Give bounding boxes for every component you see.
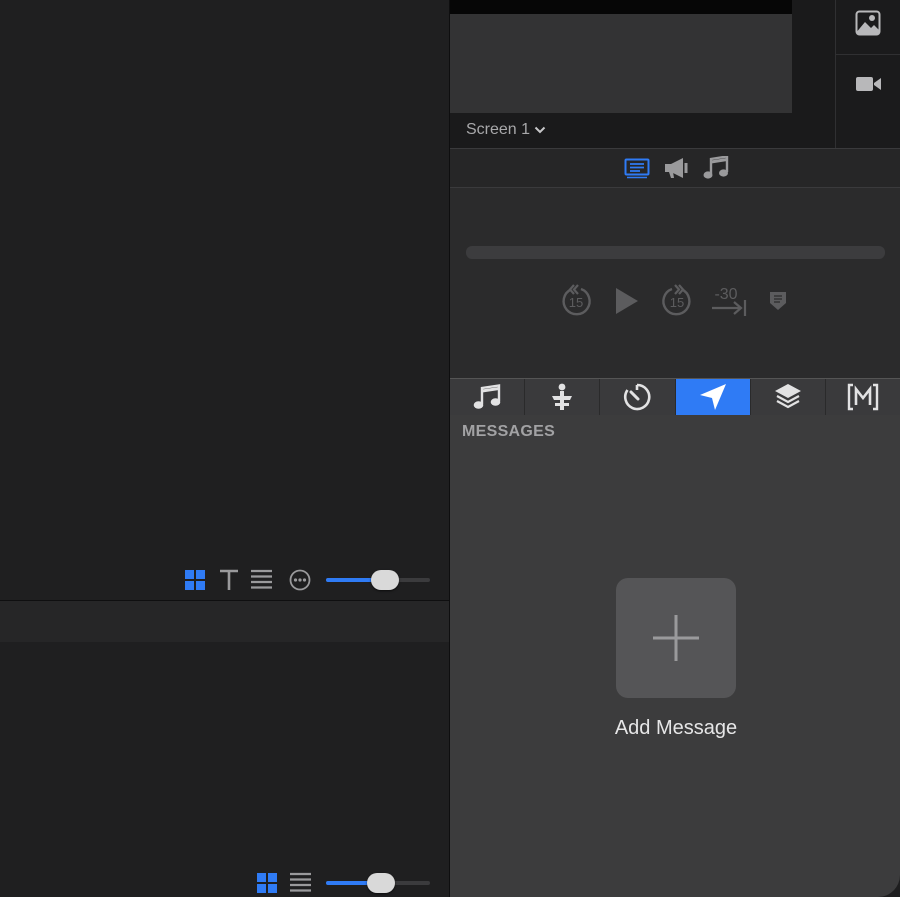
skip-forward-label: 15 bbox=[670, 295, 684, 310]
tab-timers[interactable] bbox=[600, 379, 676, 415]
timer-icon bbox=[624, 383, 651, 411]
grid-view-icon bbox=[185, 570, 205, 590]
slides-grid-area bbox=[0, 0, 449, 600]
jump-label: -30 bbox=[714, 286, 737, 303]
music-note-icon bbox=[703, 156, 729, 179]
marker-icon bbox=[770, 292, 786, 310]
video-camera-icon bbox=[856, 77, 881, 91]
text-view-button[interactable] bbox=[218, 568, 240, 592]
jump-30-icon: -30 bbox=[712, 286, 747, 316]
add-message-button[interactable] bbox=[616, 578, 736, 698]
slides-icon bbox=[624, 158, 650, 179]
megaphone-icon bbox=[665, 158, 688, 178]
tab-props[interactable] bbox=[525, 379, 601, 415]
plus-icon bbox=[653, 615, 699, 661]
divider bbox=[836, 54, 900, 55]
image-button[interactable] bbox=[855, 10, 881, 36]
grid-view-button[interactable] bbox=[184, 569, 206, 591]
skip-forward-15-icon: 15 bbox=[662, 284, 691, 316]
image-icon bbox=[855, 10, 881, 36]
library-header-bar bbox=[0, 601, 449, 642]
zoom-slider-knob[interactable] bbox=[371, 570, 399, 590]
tab-macros[interactable] bbox=[826, 379, 900, 415]
zoom-slider-knob[interactable] bbox=[367, 873, 395, 893]
music-note-icon bbox=[473, 384, 501, 409]
transport-panel bbox=[450, 188, 900, 378]
messages-send-icon bbox=[699, 384, 726, 410]
play-button[interactable] bbox=[615, 287, 639, 315]
messages-header: MESSAGES bbox=[462, 423, 556, 440]
screen-selector-label: Screen 1 bbox=[466, 121, 531, 138]
tab-audio[interactable] bbox=[450, 379, 526, 415]
slides-mode-button[interactable] bbox=[624, 157, 650, 179]
jump-button[interactable]: -30 bbox=[710, 283, 748, 319]
add-message-label: Add Message bbox=[614, 717, 738, 739]
list-view-icon bbox=[251, 569, 272, 589]
list-view-icon bbox=[290, 872, 311, 892]
more-options-icon bbox=[289, 569, 311, 591]
skip-back-label: 15 bbox=[569, 295, 583, 310]
list-view-button[interactable] bbox=[250, 569, 273, 591]
text-view-icon bbox=[220, 569, 238, 590]
tab-messages[interactable] bbox=[675, 379, 751, 415]
macros-icon bbox=[847, 383, 879, 411]
grid-view-button[interactable] bbox=[256, 872, 278, 894]
props-icon bbox=[552, 383, 573, 410]
skip-back-15-icon: 15 bbox=[562, 284, 591, 316]
screen-preview-top bbox=[450, 0, 792, 14]
screen-selector[interactable]: Screen 1 bbox=[466, 121, 546, 139]
screen-preview[interactable] bbox=[450, 14, 792, 113]
playback-scrubber[interactable] bbox=[466, 246, 885, 259]
marker-button[interactable] bbox=[769, 291, 787, 311]
audio-mode-button[interactable] bbox=[703, 156, 729, 180]
layers-icon bbox=[774, 384, 801, 409]
library-tab-bar bbox=[450, 378, 900, 415]
announcements-mode-button[interactable] bbox=[663, 157, 689, 179]
tab-layers[interactable] bbox=[751, 379, 826, 415]
skip-back-button[interactable]: 15 bbox=[559, 284, 593, 320]
list-view-button[interactable] bbox=[289, 872, 312, 894]
grid-view-icon bbox=[257, 873, 277, 893]
chevron-down-icon bbox=[534, 126, 546, 134]
skip-forward-button[interactable]: 15 bbox=[660, 284, 694, 320]
video-button[interactable] bbox=[855, 75, 883, 93]
more-options-button[interactable] bbox=[289, 569, 311, 591]
play-icon bbox=[616, 288, 638, 314]
library-content-area bbox=[0, 642, 449, 897]
